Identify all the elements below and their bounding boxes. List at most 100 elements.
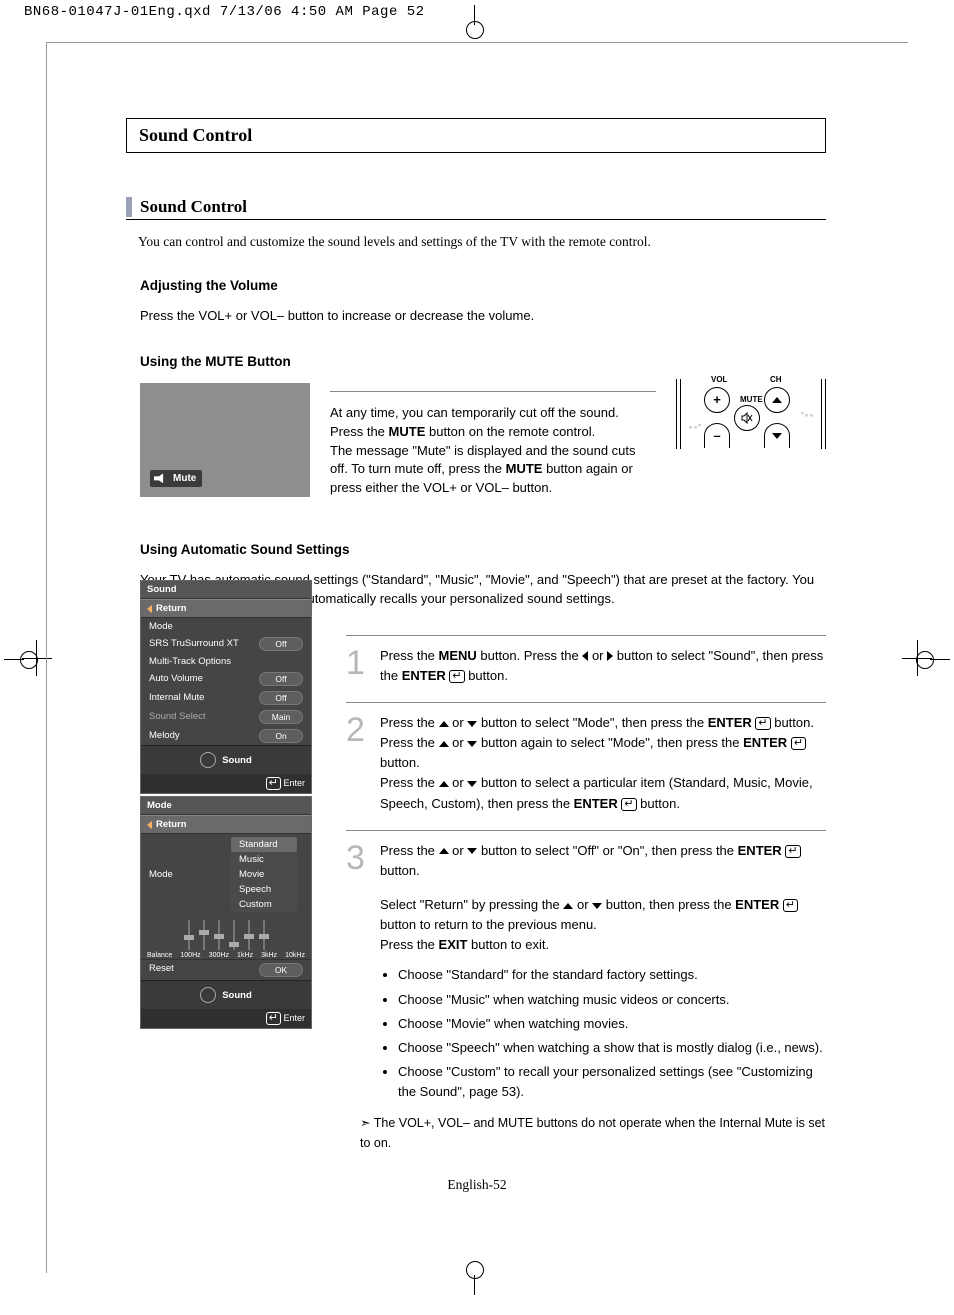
remote-ch-up-icon [764,387,790,413]
bold-term: ENTER [574,796,618,811]
remote-vol-minus-icon: – [704,423,730,448]
body-text: button on the remote control. [425,424,595,439]
osd-row-value: Off [259,672,303,686]
bold-term: ENTER [743,735,787,750]
remote-ch-down-icon [764,423,790,448]
remote-mute-label: MUTE [740,395,763,404]
trim-line [46,42,908,43]
osd-mute-badge: Mute [150,470,202,487]
chapter-title: Sound Control [126,118,826,153]
footnote: The VOL+, VOL– and MUTE buttons do not o… [360,1114,826,1153]
bold-term: MENU [439,648,477,663]
down-arrow-icon [467,741,477,747]
osd-mode-option: Music [231,852,297,867]
body-text: At any time, you can temporarily cut off… [330,405,619,420]
enter-icon: ↵ [791,737,806,750]
page-number: English-52 [0,1177,954,1193]
osd-screenshot-mute: Mute [140,383,310,497]
remote-diagram: VOL CH MUTE + – ∘∘° °∘∘ [676,379,826,449]
osd-reset-row: ResetOK [141,959,311,980]
up-arrow-icon [439,848,449,854]
step-number: 3 [346,841,368,1153]
osd-row: Melody On [141,726,311,745]
osd-screenshot-mode-menu: Mode Return Mode StandardMusicMovieSpeec… [140,796,312,1029]
osd-mode-option: Standard [231,837,297,852]
up-arrow-icon [439,721,449,727]
return-arrow-icon [147,605,152,613]
osd-row-label: Multi-Track Options [149,656,231,667]
bold-term: MUTE [389,424,426,439]
enter-icon: ↵ [449,670,464,683]
subheading-adjust-volume: Adjusting the Volume [140,278,826,293]
osd-footer-label: Sound [222,755,252,766]
step-2: 2 Press the or button to select "Mode", … [346,713,826,814]
osd-row-label: Auto Volume [149,673,203,684]
down-arrow-icon [467,781,477,787]
osd-row-label: Melody [149,730,180,741]
osd-eq-label: 3kHz [261,952,277,959]
bold-term: EXIT [439,937,468,952]
bold-term: MUTE [506,461,543,476]
bold-term: ENTER [735,897,779,912]
osd-return-label: Return [156,819,187,830]
step-1: 1 Press the MENU button. Press the or bu… [346,646,826,686]
section-title: Sound Control [126,197,826,217]
osd-eq-label: 1kHz [237,952,253,959]
bold-term: ENTER [708,715,752,730]
osd-screenshot-sound-menu: Sound Return Mode SRS TruSurround XT Off Mu… [140,580,312,794]
subheading-auto-sound: Using Automatic Sound Settings [140,542,826,557]
osd-mode-option: Speech [231,882,297,897]
osd-footer: Sound [141,745,311,774]
mute-description: At any time, you can temporarily cut off… [330,383,656,498]
osd-row-value: Off [259,691,303,705]
bold-term: ENTER [402,668,446,683]
osd-return-row: Return [141,599,311,618]
osd-row: SRS TruSurround XT Off [141,634,311,653]
cropmark-guide [22,658,52,659]
bullet-list: Choose "Standard" for the standard facto… [380,965,826,1102]
osd-mode-row: Mode StandardMusicMovieSpeechCustom [141,834,311,914]
step-3: 3 Press the or button to select "Off" or… [346,841,826,1153]
osd-return-label: Return [156,603,187,614]
osd-row-label: Sound Select [149,711,206,722]
osd-footer: Sound [141,980,311,1009]
up-arrow-icon [439,781,449,787]
osd-row-value: Off [259,637,303,651]
osd-row-value: On [259,729,303,743]
step-body: Press the or button to select "Mode", th… [380,713,826,814]
osd-return-row: Return [141,815,311,834]
up-arrow-icon [439,741,449,747]
trim-line [46,42,47,1273]
return-arrow-icon [147,821,152,829]
enter-icon: ↵ [755,717,770,730]
remote-vol-plus-icon: + [704,387,730,413]
step-body: Press the MENU button. Press the or butt… [380,646,826,686]
osd-title: Mode [141,797,311,815]
body-text: Press the VOL+ or VOL– button to increas… [140,307,826,326]
osd-eq-label: 300Hz [209,952,229,959]
remote-ch-label: CH [770,375,782,384]
bullet-item: Choose "Speech" when watching a show tha… [398,1038,826,1058]
enter-icon: ↵ [783,899,798,912]
osd-equalizer [141,914,311,952]
osd-ok-pill: OK [259,963,303,977]
osd-eq-label: 100Hz [180,952,200,959]
down-arrow-icon [467,848,477,854]
section-rule [126,219,826,220]
osd-enter-hint: ↵ Enter [141,774,311,793]
osd-enter-hint: ↵ Enter [141,1009,311,1028]
osd-row: Internal MuteOff [141,688,311,707]
osd-row: Mode [141,618,311,634]
osd-mode-option: Movie [231,867,297,882]
speaker-icon [200,987,216,1003]
step-body: Press the or button to select "Off" or "… [380,841,826,1153]
bullet-item: Choose "Custom" to recall your personali… [398,1062,826,1102]
enter-icon: ↵ [785,845,800,858]
osd-row-label: Mode [149,621,173,632]
osd-row-label: SRS TruSurround XT [149,638,239,649]
bullet-item: Choose "Standard" for the standard facto… [398,965,826,985]
osd-row: Auto Volume Off [141,669,311,688]
osd-row-label: Mode [149,869,173,880]
mute-speaker-icon [154,473,168,483]
osd-eq-label: 10kHz [285,952,305,959]
